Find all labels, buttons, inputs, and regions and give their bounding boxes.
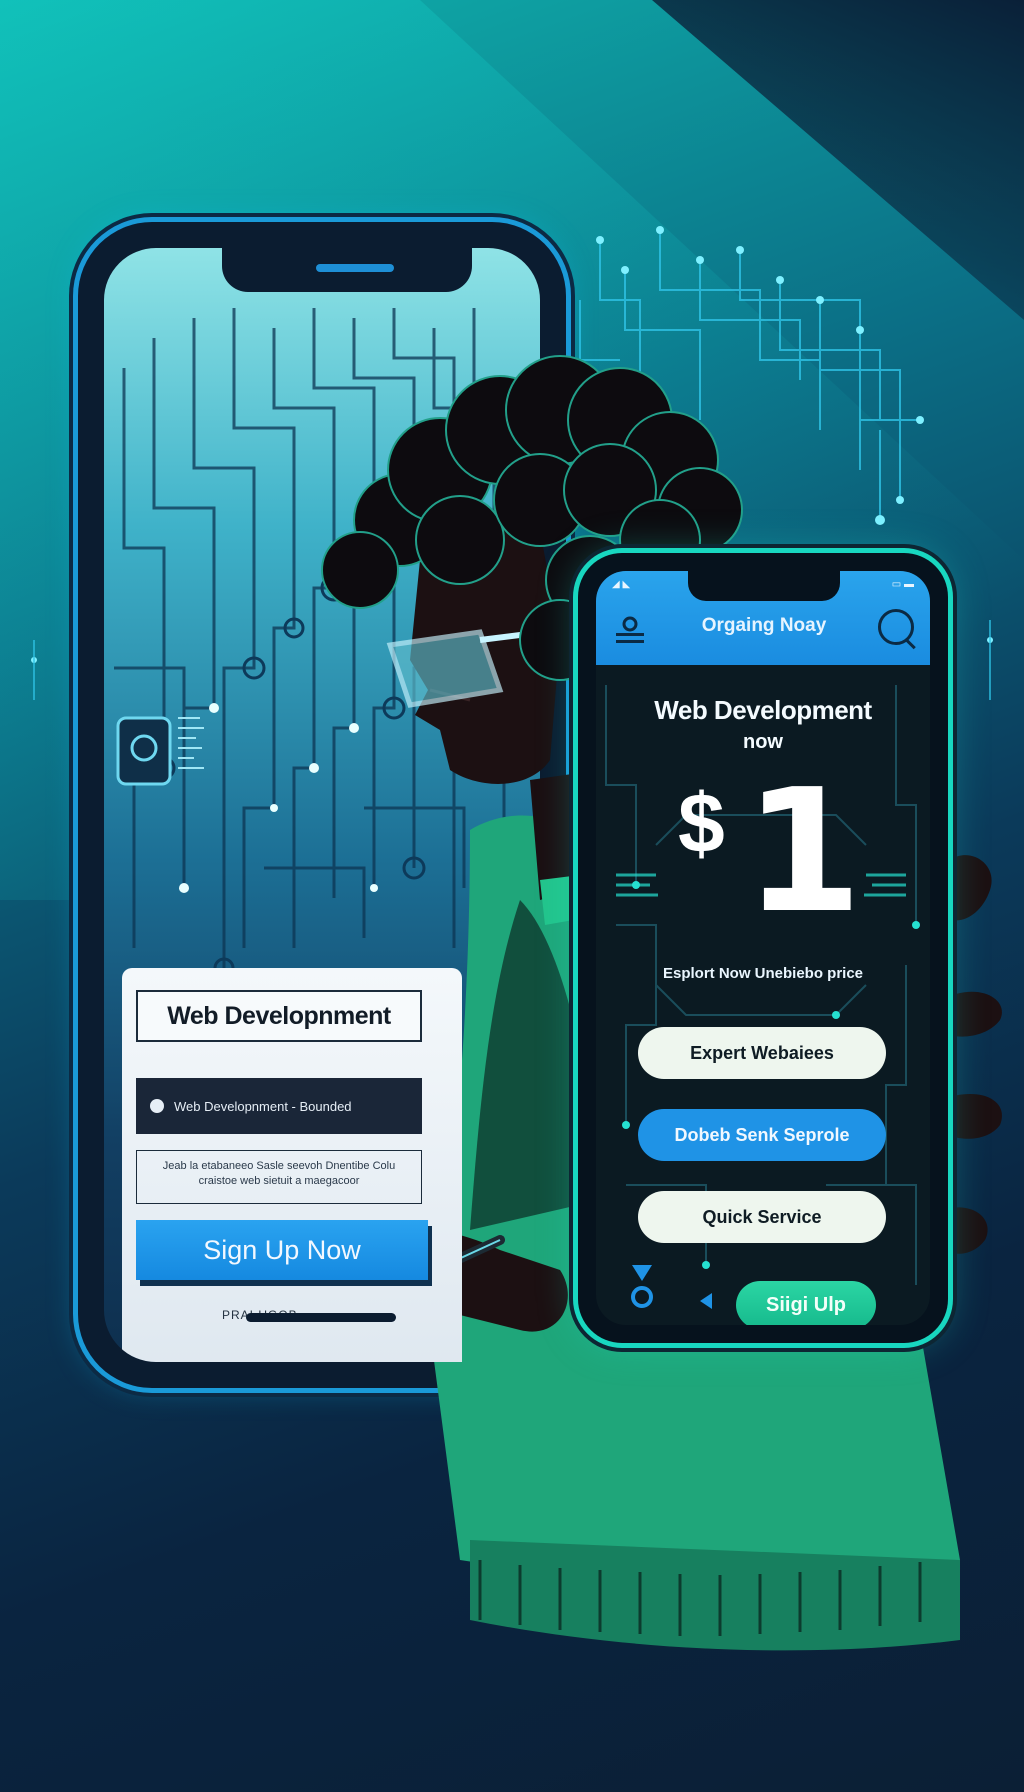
- search-icon[interactable]: [878, 609, 914, 645]
- service-input[interactable]: Web Developnment - Bounded: [136, 1078, 422, 1134]
- right-phone-screen: ◢ ◣ ▭ ▬ Orgaing Noay Web Development now…: [596, 571, 930, 1325]
- service-input-text: Web Developnment - Bounded: [174, 1098, 352, 1114]
- card-description: Jeab la etabaneeo Sasle seevoh Dnentibe …: [136, 1150, 422, 1204]
- app-header-title: Orgaing Noay: [701, 615, 827, 636]
- promo-headline: Web Development: [654, 695, 872, 725]
- service-option-button[interactable]: Dobeb Senk Seprole: [638, 1109, 886, 1161]
- expert-websites-button[interactable]: Expert Webaiees: [638, 1027, 886, 1079]
- right-phone: ◢ ◣ ▭ ▬ Orgaing Noay Web Development now…: [578, 553, 948, 1343]
- signup-card: Web Developnment Web Developnment - Boun…: [122, 968, 462, 1362]
- promo-tagline: Esplort Now Unebiebo price: [662, 965, 864, 982]
- quick-service-button[interactable]: Quick Service: [638, 1191, 886, 1243]
- sign-up-now-button[interactable]: Sign Up Now: [136, 1220, 428, 1280]
- phone-notch: [222, 248, 472, 292]
- menu-icon[interactable]: [614, 615, 646, 647]
- card-title: Web Developnment: [136, 990, 422, 1042]
- status-battery: ▭ ▬: [891, 579, 914, 590]
- sign-up-button[interactable]: Siigi Ulp: [736, 1281, 876, 1325]
- phone-notch: [688, 571, 840, 601]
- price-currency: $: [678, 776, 725, 870]
- promo-body: Web Development now $ 1 Esplort Now Uneb…: [596, 665, 930, 1325]
- home-indicator: [246, 1313, 396, 1322]
- status-signal: ◢ ◣: [612, 579, 631, 590]
- radio-icon: [150, 1099, 164, 1113]
- price-value: 1: [744, 753, 863, 951]
- promo-headline-sub: now: [743, 731, 783, 753]
